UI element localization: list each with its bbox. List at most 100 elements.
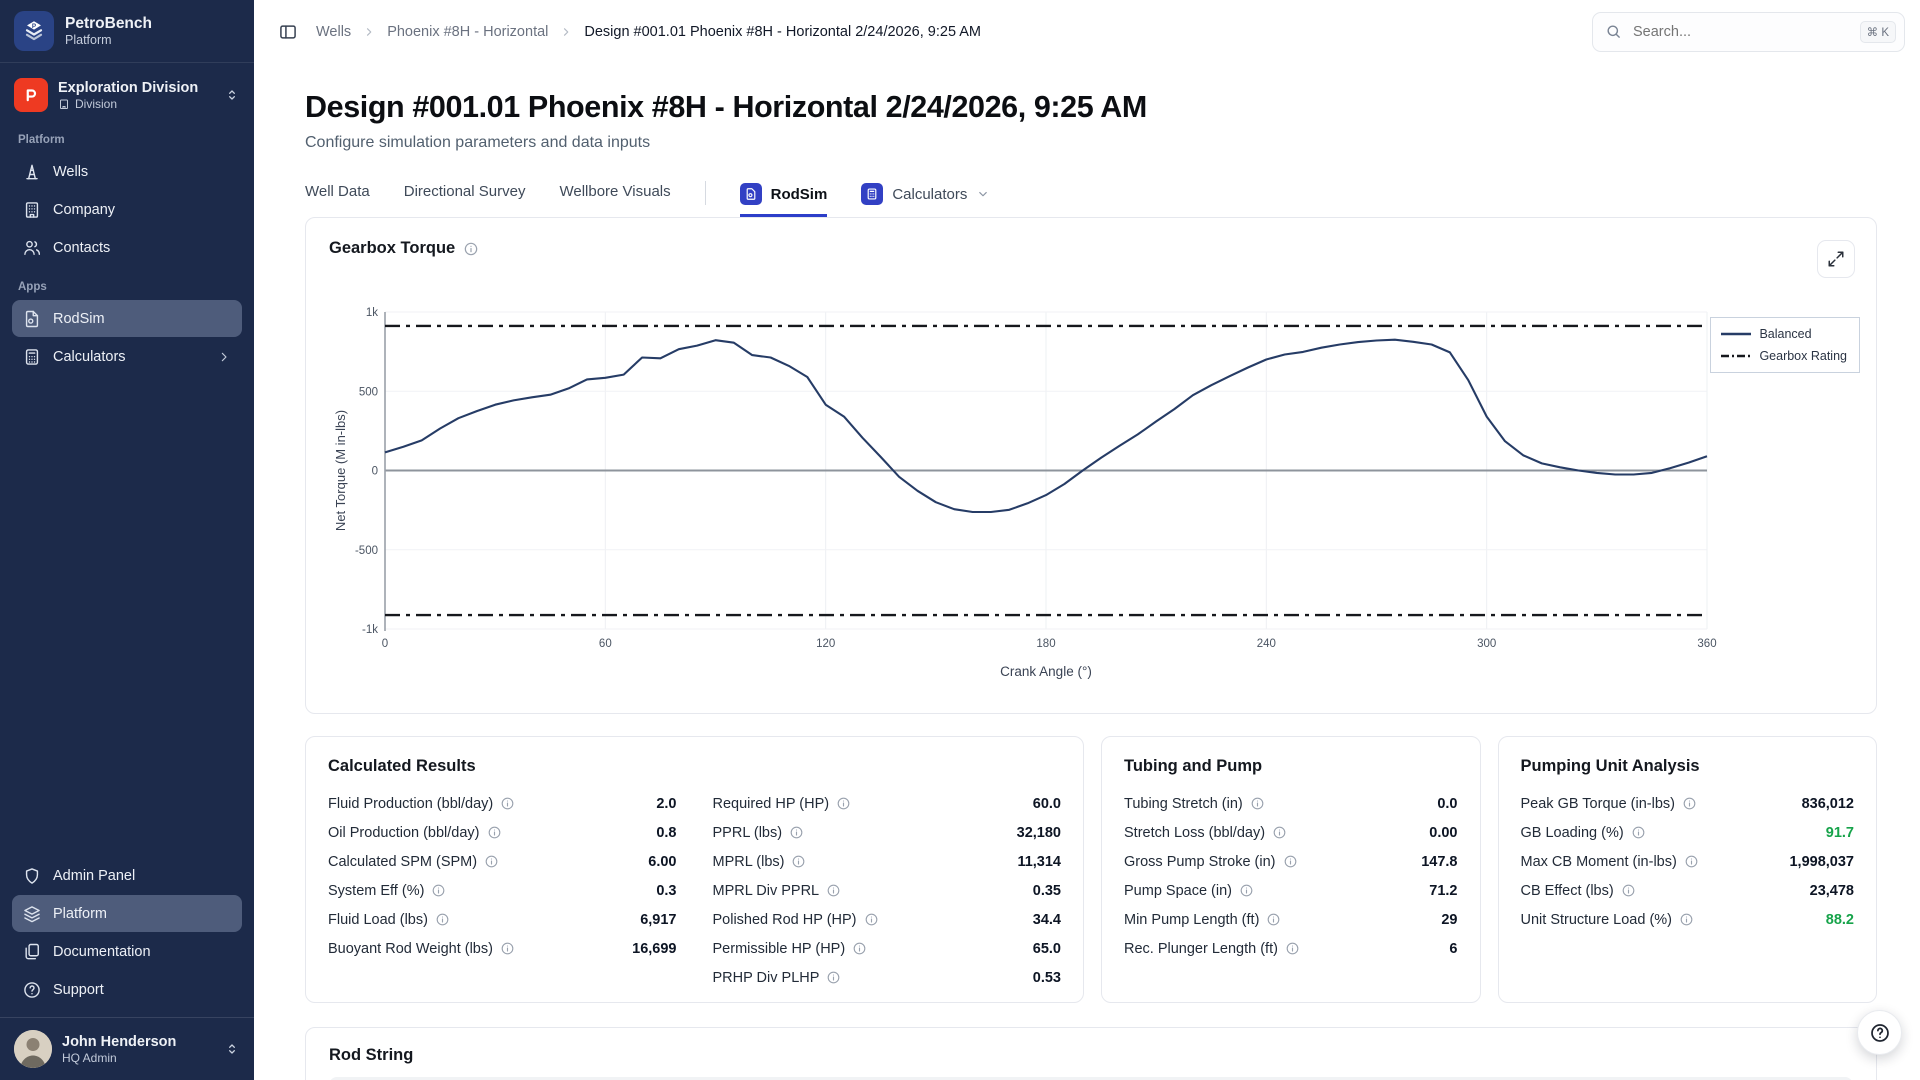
info-icon[interactable]	[1679, 912, 1694, 927]
building-small-icon	[58, 98, 70, 110]
info-icon[interactable]	[1272, 825, 1287, 840]
rodsim-icon	[22, 309, 42, 329]
info-icon[interactable]	[836, 796, 851, 811]
svg-text:60: 60	[599, 638, 612, 650]
stat-row: Calculated SPM (SPM)6.00	[328, 847, 677, 876]
stat-value: 32,180	[1017, 825, 1061, 841]
info-icon[interactable]	[500, 941, 515, 956]
stat-label: Rec. Plunger Length (ft)	[1124, 941, 1300, 957]
stat-label: Fluid Load (lbs)	[328, 912, 450, 928]
sidebar-item-label: Wells	[53, 164, 88, 180]
stat-row: Min Pump Length (ft)29	[1124, 905, 1458, 934]
tab-rodsim[interactable]: RodSim	[740, 177, 828, 217]
sidebar-item-contacts[interactable]: Contacts	[12, 229, 242, 266]
info-icon[interactable]	[1239, 883, 1254, 898]
info-icon[interactable]	[500, 796, 515, 811]
search-input[interactable]	[1631, 23, 1851, 41]
stat-label-text: Rec. Plunger Length (ft)	[1124, 941, 1278, 957]
users-icon	[22, 238, 42, 258]
stat-value: 91.7	[1826, 825, 1854, 841]
chart-title: Gearbox Torque	[329, 239, 455, 258]
sidebar-item-company[interactable]: Company	[12, 191, 242, 228]
chevrons-up-down-icon	[224, 87, 240, 103]
info-icon[interactable]	[1631, 825, 1646, 840]
info-icon[interactable]	[1682, 796, 1697, 811]
svg-text:-1k: -1k	[362, 624, 378, 636]
info-icon[interactable]	[435, 912, 450, 927]
stat-row: Peak GB Torque (in-lbs)836,012	[1521, 789, 1855, 818]
info-icon[interactable]	[1266, 912, 1281, 927]
info-icon[interactable]	[789, 825, 804, 840]
fullscreen-icon[interactable]	[1817, 240, 1855, 278]
help-button[interactable]	[1857, 1010, 1902, 1055]
tab-label: RodSim	[771, 186, 828, 203]
search-box[interactable]: ⌘ K	[1592, 12, 1905, 52]
svg-text:Crank Angle (°): Crank Angle (°)	[1000, 664, 1092, 679]
stat-row: Gross Pump Stroke (in)147.8	[1124, 847, 1458, 876]
org-switcher[interactable]: Exploration Division Division	[0, 63, 254, 120]
sidebar-item-wells[interactable]: Wells	[12, 153, 242, 190]
user-menu[interactable]: John Henderson HQ Admin	[0, 1017, 254, 1080]
info-icon[interactable]	[463, 241, 479, 257]
tab-well-data[interactable]: Well Data	[305, 177, 370, 212]
page-content: Design #001.01 Phoenix #8H - Horizontal …	[254, 63, 1920, 1080]
docs-icon	[22, 942, 42, 962]
app-root: P PetroBench Platform Exploration Divisi…	[0, 0, 1920, 1080]
shield-icon	[22, 866, 42, 886]
sidebar: P PetroBench Platform Exploration Divisi…	[0, 0, 254, 1080]
brand-text: PetroBench Platform	[65, 15, 152, 48]
gearbox-torque-card: Gearbox Torque 1k5000-500-1k060120180240…	[305, 217, 1877, 714]
info-icon[interactable]	[484, 854, 499, 869]
stat-label: Oil Production (bbl/day)	[328, 825, 502, 841]
sidebar-item-platform[interactable]: Platform	[12, 895, 242, 932]
sidebar-item-admin-panel[interactable]: Admin Panel	[12, 857, 242, 894]
breadcrumb: Wells Phoenix #8H - Horizontal Design #0…	[316, 24, 981, 40]
stat-label-text: PRHP Div PLHP	[713, 970, 820, 986]
info-icon[interactable]	[1684, 854, 1699, 869]
search-shortcut-badge: ⌘ K	[1860, 21, 1896, 43]
sidebar-item-support[interactable]: Support	[12, 971, 242, 1008]
stat-value: 29	[1441, 912, 1457, 928]
stat-row: GB Loading (%) 91.7	[1521, 818, 1855, 847]
info-icon[interactable]	[1283, 854, 1298, 869]
chevrons-up-down-icon	[224, 1041, 240, 1057]
breadcrumb-well[interactable]: Phoenix #8H - Horizontal	[387, 24, 548, 40]
tab-wellbore-visuals[interactable]: Wellbore Visuals	[559, 177, 670, 212]
info-icon[interactable]	[864, 912, 879, 927]
info-icon[interactable]	[431, 883, 446, 898]
info-icon[interactable]	[826, 883, 841, 898]
info-icon[interactable]	[487, 825, 502, 840]
sidebar-item-rodsim[interactable]: RodSim	[12, 300, 242, 337]
stat-label: GB Loading (%)	[1521, 825, 1646, 841]
tab-directional-survey[interactable]: Directional Survey	[404, 177, 526, 212]
svg-text:0: 0	[382, 638, 388, 650]
sidebar-item-label: Calculators	[53, 349, 126, 365]
chart-header: Gearbox Torque	[329, 239, 1853, 258]
sidebar-item-calculators[interactable]: Calculators	[12, 338, 242, 375]
stat-value: 16,699	[632, 941, 676, 957]
info-icon[interactable]	[1621, 883, 1636, 898]
stat-row: MPRL Div PPRL0.35	[713, 876, 1062, 905]
stat-row: Required HP (HP)60.0	[713, 789, 1062, 818]
stat-label: Polished Rod HP (HP)	[713, 912, 879, 928]
stat-label: PRHP Div PLHP	[713, 970, 842, 986]
stat-label: CB Effect (lbs)	[1521, 883, 1636, 899]
layers-icon	[22, 904, 42, 924]
sidebar-toggle-icon[interactable]	[276, 20, 300, 44]
panel-column: Required HP (HP)60.0PPRL (lbs)32,180MPRL…	[713, 789, 1062, 992]
svg-text:240: 240	[1257, 638, 1276, 650]
info-icon[interactable]	[826, 970, 841, 985]
panel-column: Peak GB Torque (in-lbs)836,012GB Loading…	[1521, 789, 1855, 934]
stat-row: PRHP Div PLHP0.53	[713, 963, 1062, 992]
info-icon[interactable]	[852, 941, 867, 956]
stat-label: Pump Space (in)	[1124, 883, 1254, 899]
breadcrumb-wells[interactable]: Wells	[316, 24, 351, 40]
info-icon[interactable]	[1250, 796, 1265, 811]
info-icon[interactable]	[1285, 941, 1300, 956]
stat-label-text: CB Effect (lbs)	[1521, 883, 1614, 899]
info-icon[interactable]	[791, 854, 806, 869]
sidebar-item-documentation[interactable]: Documentation	[12, 933, 242, 970]
stat-value: 0.00	[1429, 825, 1457, 841]
tab-calculators[interactable]: Calculators	[861, 177, 990, 217]
stat-label-text: Required HP (HP)	[713, 796, 830, 812]
